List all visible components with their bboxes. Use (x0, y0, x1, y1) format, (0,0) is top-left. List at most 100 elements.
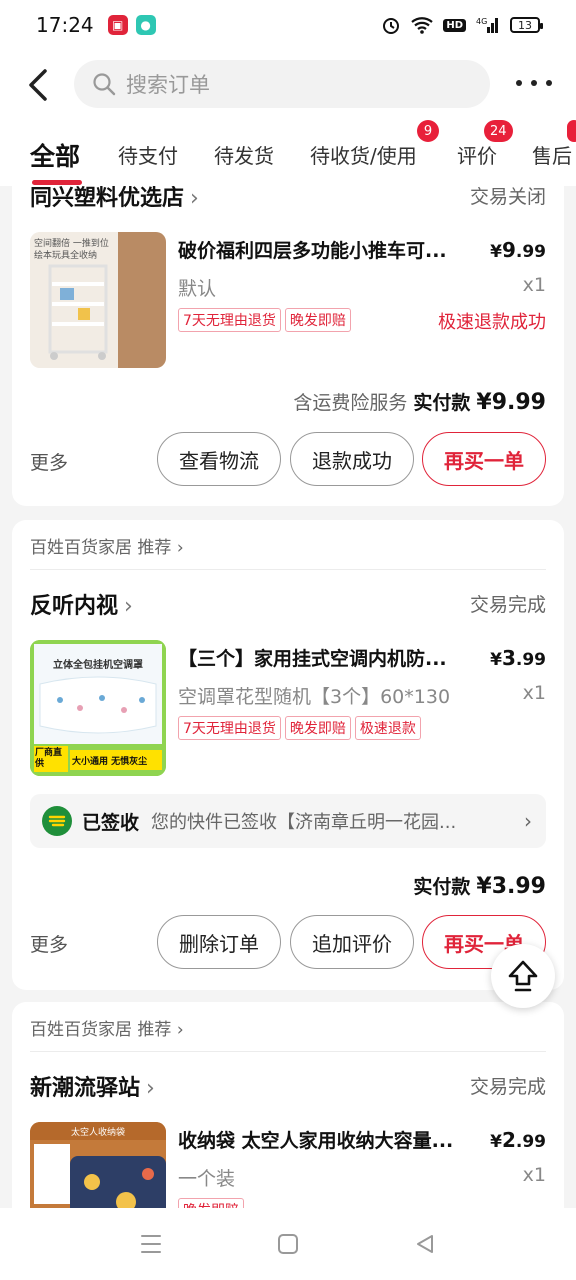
more-actions-link[interactable]: 更多 (30, 930, 68, 957)
tab-after-sales[interactable]: 售后 (532, 140, 572, 169)
home-square-icon (278, 1234, 298, 1254)
item-price: ¥9.99 (490, 238, 546, 262)
shop-name-text: 同兴塑料优选店 (30, 186, 185, 211)
china-post-icon (42, 806, 72, 836)
thumbnail-caption: 空间翻倍 一推到位 绘本玩具全收纳 (34, 239, 109, 261)
shop-name[interactable]: 新潮流驿站 › (30, 1070, 155, 1102)
signal-icon: 4G (476, 16, 500, 34)
recommend-row[interactable]: 百姓百货家居 推荐 › (30, 1015, 184, 1040)
divider (30, 1051, 546, 1052)
tab-pending-shipment[interactable]: 待发货 (214, 140, 274, 169)
chevron-right-icon: › (124, 594, 133, 619)
total-amount: ¥3.99 (476, 874, 546, 899)
order-total: 实付款 ¥3.99 (407, 872, 546, 899)
add-review-button[interactable]: 追加评价 (290, 915, 414, 969)
item-title[interactable]: 破价福利四层多功能小推车可... (178, 236, 468, 263)
back-button[interactable] (8, 55, 68, 115)
chat-app-icon: ● (135, 15, 156, 35)
dot-icon (531, 80, 537, 86)
shop-name[interactable]: 同兴塑料优选店 › (30, 186, 199, 212)
back-arrow-icon (29, 69, 47, 101)
price-symbol: ¥ (490, 650, 502, 670)
item-title[interactable]: 收纳袋 太空人家用收纳大容量... (178, 1126, 468, 1153)
search-input[interactable]: 搜索订单 (74, 60, 490, 108)
system-navigation-bar (0, 1208, 576, 1280)
service-tag: 7天无理由退货 (178, 308, 281, 332)
chevron-right-icon: › (176, 1020, 184, 1040)
tab-review[interactable]: 评价 (457, 140, 497, 169)
order-card[interactable]: 同兴塑料优选店 › 交易关闭 空间翻倍 一推到位 绘本玩具全收纳 破价福利四层多功… (12, 186, 564, 506)
item-quantity: x1 (522, 274, 546, 296)
item-price: ¥2.99 (490, 1128, 546, 1152)
product-thumbnail[interactable]: 空间翻倍 一推到位 绘本玩具全收纳 (30, 232, 166, 368)
order-tabs: 全部 待支付 待发货 待收货/使用 9 评价 24 售后 (0, 120, 576, 186)
back-nav-button[interactable] (411, 1230, 439, 1258)
header: 搜索订单 (0, 50, 576, 120)
order-total: 含运费险服务 实付款 ¥9.99 (293, 388, 546, 415)
search-icon (93, 73, 116, 96)
item-price: ¥3.99 (490, 646, 546, 670)
dot-icon (546, 80, 552, 86)
tab-pending-payment[interactable]: 待支付 (118, 140, 178, 169)
order-status: 交易完成 (469, 594, 546, 616)
after-sales-badge (567, 120, 576, 142)
chevron-right-icon: › (146, 1076, 155, 1101)
logistics-title: 已签收 (82, 811, 140, 834)
pending-receipt-badge: 9 (417, 120, 439, 142)
product-thumbnail[interactable]: 太空人收纳袋 (30, 1122, 166, 1208)
price-decimal: .99 (515, 242, 546, 262)
alarm-icon (381, 15, 401, 35)
more-options-button[interactable] (516, 68, 552, 98)
tab-pending-receipt[interactable]: 待收货/使用 (310, 140, 417, 169)
thumbnail-footer-right: 大小通用 无惧灰尘 (72, 757, 148, 767)
tab-all[interactable]: 全部 (30, 137, 80, 173)
item-quantity: x1 (522, 1164, 546, 1186)
service-tag: 晚发即赔 (284, 716, 351, 740)
arrow-up-icon (508, 960, 538, 992)
logistics-status-row[interactable]: 已签收 您的快件已签收【济南章丘明一花园... › (30, 794, 546, 848)
shopping-app-icon: ▣ (107, 15, 128, 35)
shop-name-text: 新潮流驿站 (30, 1076, 141, 1101)
active-tab-indicator (32, 180, 82, 185)
order-card[interactable]: 百姓百货家居 推荐 › 新潮流驿站 › 交易完成 太空人收纳袋 收纳袋 太空人家用… (12, 1002, 564, 1208)
home-button[interactable] (274, 1230, 302, 1258)
battery-icon: 13 (510, 17, 543, 33)
price-decimal: .99 (515, 650, 546, 670)
price-decimal: .99 (515, 1132, 546, 1152)
back-triangle-icon (417, 1235, 433, 1253)
service-tag: 晚发即赔 (284, 308, 351, 332)
service-tag: 极速退款 (354, 716, 421, 740)
thumbnail-caption: 太空人收纳袋 (70, 1128, 125, 1138)
scroll-to-top-button[interactable] (491, 944, 555, 1008)
chevron-right-icon: › (524, 809, 532, 833)
price-integer: 9 (501, 238, 516, 262)
recommend-row[interactable]: 百姓百货家居 推荐 › (30, 533, 184, 558)
more-actions-link[interactable]: 更多 (30, 448, 68, 475)
menu-icon (141, 1235, 161, 1253)
view-logistics-button[interactable]: 查看物流 (157, 432, 281, 486)
wifi-icon (411, 16, 434, 34)
chevron-right-icon: › (176, 538, 184, 558)
refund-success-button[interactable]: 退款成功 (290, 432, 414, 486)
buy-again-button[interactable]: 再买一单 (422, 432, 546, 486)
product-thumbnail[interactable]: 立体全包挂机空调罩 厂商直供 大小通用 无惧灰尘 (30, 640, 166, 776)
recommend-text: 百姓百货家居 推荐 (30, 1020, 172, 1040)
divider (30, 569, 546, 570)
shop-name[interactable]: 反听内视 › (30, 588, 133, 620)
recent-apps-button[interactable] (137, 1230, 165, 1258)
total-amount: ¥9.99 (476, 390, 546, 415)
order-list: 同兴塑料优选店 › 交易关闭 空间翻倍 一推到位 绘本玩具全收纳 破价福利四层多功… (0, 186, 576, 1208)
chevron-right-icon: › (190, 186, 199, 211)
item-spec: 空调罩花型随机【3个】60*130 (178, 686, 451, 708)
order-status: 交易完成 (469, 1076, 546, 1098)
delete-order-button[interactable]: 删除订单 (157, 915, 281, 969)
item-quantity: x1 (522, 682, 546, 704)
service-tags: 7天无理由退货 晚发即赔 极速退款 (178, 716, 421, 740)
service-tags: 7天无理由退货 晚发即赔 (178, 308, 351, 332)
thumbnail-caption: 立体全包挂机空调罩 (53, 660, 143, 671)
item-title[interactable]: 【三个】家用挂式空调内机防... (178, 644, 468, 671)
price-integer: 3 (501, 646, 516, 670)
order-card[interactable]: 百姓百货家居 推荐 › 反听内视 › 交易完成 立体全包挂机空调罩 厂商直供 大小… (12, 520, 564, 990)
review-badge: 24 (484, 120, 513, 142)
item-spec: 一个装 (178, 1168, 236, 1190)
